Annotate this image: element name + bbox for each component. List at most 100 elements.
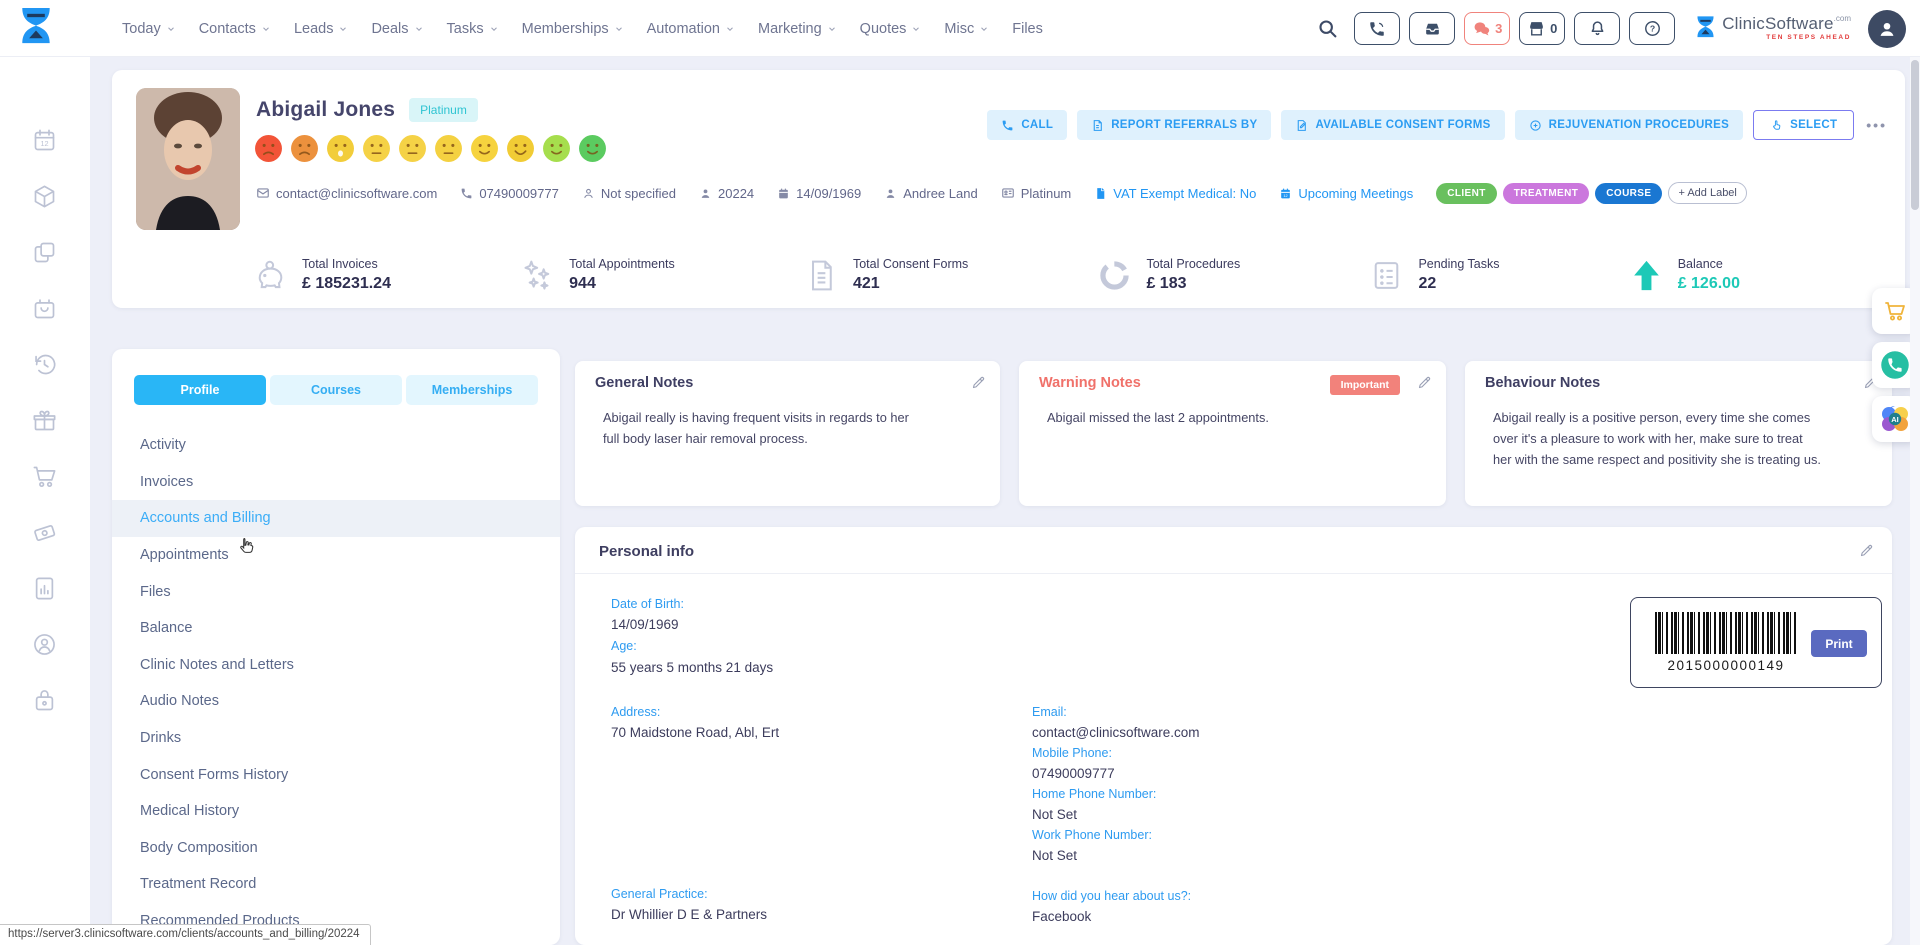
hear-about-value: Facebook	[1032, 909, 1091, 924]
age-label: Age:	[611, 639, 637, 653]
tab-courses[interactable]: Courses	[270, 375, 402, 405]
menu-item-files[interactable]: Files	[112, 573, 560, 610]
edit-pencil-icon[interactable]	[971, 375, 986, 395]
stat-balance: Balance£ 126.00	[1628, 248, 1740, 302]
mood-face-4[interactable]	[362, 134, 391, 163]
calendar-icon[interactable]: 12	[31, 127, 58, 159]
report-referrals-button[interactable]: REPORT REFERRALS BY	[1077, 110, 1271, 140]
chevron-down-icon	[414, 24, 424, 34]
mood-face-6[interactable]	[434, 134, 463, 163]
copy-icon[interactable]	[31, 239, 58, 271]
menu-item-treatment-record[interactable]: Treatment Record	[112, 866, 560, 903]
call-button[interactable]: CALL	[987, 110, 1067, 140]
mood-face-9[interactable]	[542, 134, 571, 163]
cart-icon[interactable]	[31, 463, 58, 495]
search-icon[interactable]	[1317, 18, 1338, 39]
menu-item-consent-forms-history[interactable]: Consent Forms History	[112, 756, 560, 793]
client-photo[interactable]	[136, 88, 240, 230]
mood-face-5[interactable]	[398, 134, 427, 163]
inbox-button[interactable]	[1409, 12, 1455, 45]
booking-basket-icon[interactable]	[31, 295, 58, 327]
chat-count-badge: 3	[1495, 21, 1502, 36]
stat-total-appointments: Total Appointments944	[519, 248, 675, 302]
nav-label: Quotes	[860, 21, 907, 37]
menu-item-medical-history[interactable]: Medical History	[112, 793, 560, 830]
mood-face-3[interactable]	[326, 134, 355, 163]
nav-misc[interactable]: Misc	[944, 21, 989, 37]
person-icon	[1876, 18, 1898, 40]
tab-memberships[interactable]: Memberships	[406, 375, 538, 405]
history-icon[interactable]	[31, 351, 58, 383]
mood-face-8[interactable]	[506, 134, 535, 163]
nav-marketing[interactable]: Marketing	[758, 21, 837, 37]
nav-files[interactable]: Files	[1012, 21, 1043, 37]
client-menu-card: Profile Courses Memberships Activity Inv…	[112, 349, 560, 945]
notifications-button[interactable]	[1574, 12, 1620, 45]
barcode	[1655, 612, 1797, 654]
donut-chart-icon	[1096, 257, 1133, 294]
add-label-button[interactable]: + Add Label	[1668, 182, 1746, 204]
mood-face-1[interactable]	[254, 134, 283, 163]
address-label: Address:	[611, 705, 660, 719]
select-button[interactable]: SELECT	[1753, 110, 1854, 140]
menu-item-clinic-notes-and-letters[interactable]: Clinic Notes and Letters	[112, 647, 560, 684]
clinicsoftware-logo-icon[interactable]	[16, 6, 56, 56]
phone-icon	[1368, 20, 1386, 38]
calendar-icon	[777, 187, 790, 200]
scrollbar-thumb[interactable]	[1911, 60, 1919, 210]
menu-item-body-composition[interactable]: Body Composition	[112, 830, 560, 867]
gp-label: General Practice:	[611, 887, 708, 901]
nav-automation[interactable]: Automation	[647, 21, 735, 37]
lock-icon[interactable]	[31, 687, 58, 719]
dialer-button[interactable]	[1354, 12, 1400, 45]
tab-profile[interactable]: Profile	[134, 375, 266, 405]
edit-pencil-icon[interactable]	[1859, 543, 1874, 563]
nav-today[interactable]: Today	[122, 21, 176, 37]
nav-memberships[interactable]: Memberships	[522, 21, 624, 37]
client-email[interactable]: contact@clinicsoftware.com	[256, 186, 437, 201]
work-phone-value: Not Set	[1032, 848, 1077, 863]
edit-pencil-icon[interactable]	[1417, 375, 1432, 395]
help-button[interactable]: ?	[1629, 12, 1675, 45]
nav-quotes[interactable]: Quotes	[860, 21, 922, 37]
menu-item-accounts-and-billing[interactable]: Accounts and Billing	[112, 500, 560, 537]
envelope-icon	[256, 186, 270, 200]
client-actions: CALL REPORT REFERRALS BY AVAILABLE CONSE…	[987, 110, 1887, 140]
chat-button[interactable]: 3	[1464, 12, 1510, 45]
package-icon[interactable]	[31, 183, 58, 215]
more-actions-button[interactable]: •••	[1866, 117, 1887, 133]
vat-exempt-link[interactable]: VAT Exempt Medical: No	[1094, 186, 1256, 201]
warning-notes-text: Abigail missed the last 2 appointments.	[1047, 407, 1269, 428]
menu-item-activity[interactable]: Activity	[112, 427, 560, 464]
client-labels: CLIENT TREATMENT COURSE + Add Label	[1436, 182, 1747, 204]
cart-icon	[1883, 299, 1907, 323]
report-chart-icon[interactable]	[31, 575, 58, 607]
user-circle-icon[interactable]	[31, 631, 58, 663]
client-stats: Total Invoices£ 185231.24 Total Appointm…	[252, 248, 1740, 302]
menu-item-drinks[interactable]: Drinks	[112, 720, 560, 757]
client-phone[interactable]: 07490009777	[460, 186, 559, 201]
mood-face-10[interactable]	[578, 134, 607, 163]
gift-icon[interactable]	[31, 407, 58, 439]
menu-item-balance[interactable]: Balance	[112, 610, 560, 647]
consent-forms-button[interactable]: AVAILABLE CONSENT FORMS	[1281, 110, 1504, 140]
mood-face-7[interactable]	[470, 134, 499, 163]
nav-leads[interactable]: Leads	[294, 21, 349, 37]
stat-total-invoices: Total Invoices£ 185231.24	[252, 248, 391, 302]
mood-face-2[interactable]	[290, 134, 319, 163]
svg-text:?: ?	[1650, 24, 1655, 34]
nav-deals[interactable]: Deals	[371, 21, 423, 37]
chevron-down-icon	[338, 24, 348, 34]
menu-item-invoices[interactable]: Invoices	[112, 464, 560, 501]
address-value: 70 Maidstone Road, Abl, Ert	[611, 725, 779, 740]
store-button[interactable]: 0	[1519, 12, 1565, 45]
print-button[interactable]: Print	[1811, 630, 1867, 657]
menu-item-audio-notes[interactable]: Audio Notes	[112, 683, 560, 720]
upcoming-meetings-link[interactable]: 12Upcoming Meetings	[1279, 186, 1413, 201]
user-avatar[interactable]	[1868, 10, 1906, 48]
menu-item-appointments[interactable]: Appointments	[112, 537, 560, 574]
banknote-icon[interactable]	[31, 519, 58, 551]
nav-contacts[interactable]: Contacts	[199, 21, 271, 37]
rejuvenation-procedures-button[interactable]: REJUVENATION PROCEDURES	[1515, 110, 1744, 140]
nav-tasks[interactable]: Tasks	[447, 21, 499, 37]
